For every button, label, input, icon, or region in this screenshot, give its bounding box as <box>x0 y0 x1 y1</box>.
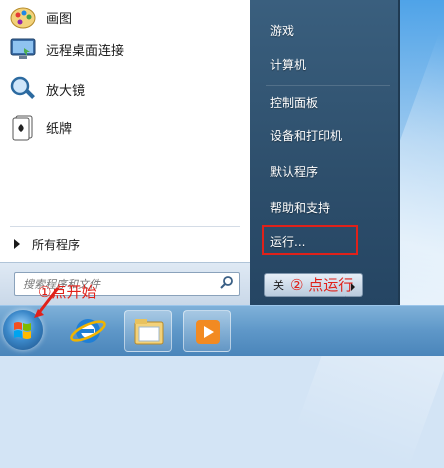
start-menu-left-pane: 画图 远程桌面连接 放大镜 纸牌 所有程序 搜索程序和文件 <box>0 0 251 306</box>
arrow-pointer-icon <box>34 287 60 318</box>
right-item-control-panel[interactable]: 控制面板 <box>270 91 398 113</box>
run-highlight-box <box>262 225 358 255</box>
all-programs-label: 所有程序 <box>32 237 81 252</box>
search-icon[interactable] <box>217 274 237 292</box>
program-label: 放大镜 <box>46 83 86 99</box>
right-item-games[interactable]: 游戏 <box>270 19 398 41</box>
file-explorer-icon <box>134 319 164 345</box>
taskbar-ie[interactable] <box>64 310 112 352</box>
divider <box>10 226 240 227</box>
shutdown-label: 关 <box>273 279 284 292</box>
program-label: 远程桌面连接 <box>46 43 125 59</box>
divider <box>266 85 390 86</box>
all-programs-button[interactable]: 所有程序 <box>10 232 242 256</box>
internet-explorer-icon <box>70 319 106 343</box>
program-label: 纸牌 <box>46 121 73 137</box>
magnifier-icon <box>10 76 35 99</box>
media-player-icon <box>196 320 220 344</box>
start-menu: 画图 远程桌面连接 放大镜 纸牌 所有程序 搜索程序和文件 游戏 计算机 控制面… <box>0 0 400 306</box>
right-item-devices-printers[interactable]: 设备和打印机 <box>270 124 398 146</box>
annotation-step2: ② 点运行 <box>290 276 354 294</box>
right-item-default-programs[interactable]: 默认程序 <box>270 160 398 182</box>
taskbar-explorer[interactable] <box>124 310 172 352</box>
program-solitaire[interactable]: 纸牌 <box>8 108 244 146</box>
remote-desktop-icon <box>10 38 36 59</box>
start-menu-right-pane <box>250 0 400 305</box>
right-item-help-support[interactable]: 帮助和支持 <box>270 196 398 218</box>
program-remote-desktop[interactable]: 远程桌面连接 <box>8 30 244 68</box>
solitaire-icon <box>12 115 33 141</box>
paint-icon <box>10 7 36 29</box>
program-magnifier[interactable]: 放大镜 <box>8 70 244 108</box>
program-label: 画图 <box>46 11 73 27</box>
arrow-right-icon <box>14 239 20 249</box>
taskbar-media-player[interactable] <box>183 310 231 352</box>
right-item-computer[interactable]: 计算机 <box>270 53 398 75</box>
